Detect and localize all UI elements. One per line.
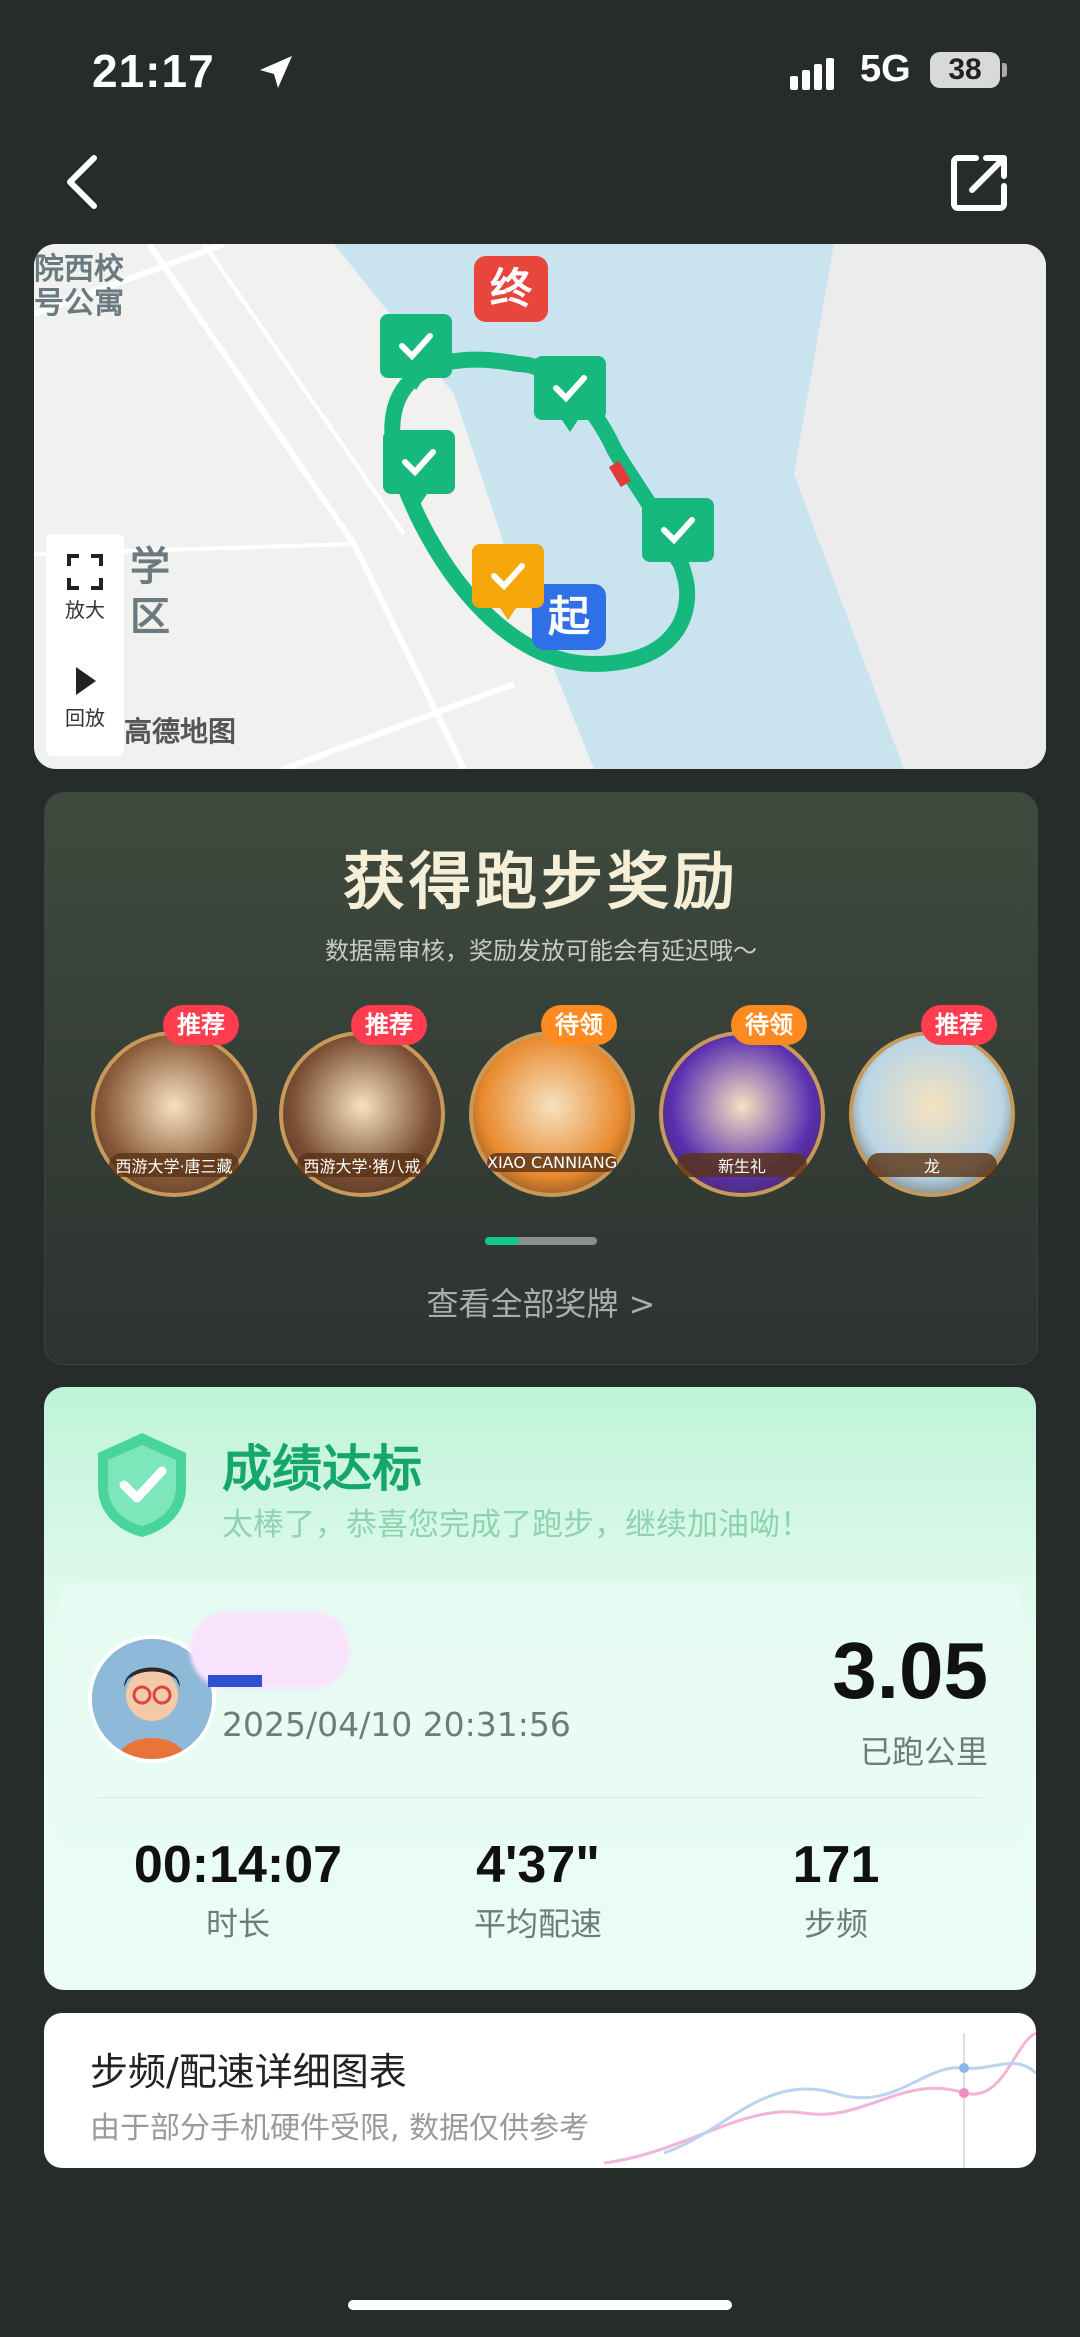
medal-image: 新生礼 bbox=[659, 1031, 825, 1197]
user-name-redacted-mark bbox=[208, 1675, 262, 1687]
zoom-button[interactable]: 放大 bbox=[46, 534, 124, 644]
stat-label: 步频 bbox=[803, 1905, 868, 1943]
distance-label: 已跑公里 bbox=[859, 1733, 988, 1771]
run-summary: 2025/04/10 20:31:56 3.05 已跑公里 00:14:07 时… bbox=[58, 1583, 1022, 1975]
stat-value: 00:14:07 bbox=[133, 1836, 343, 1894]
claim-tag: 待领 bbox=[731, 1005, 807, 1045]
stat-average-pace: 4'37" 平均配速 bbox=[398, 1835, 678, 1945]
chart-decoration bbox=[604, 2031, 1036, 2168]
home-indicator[interactable] bbox=[348, 2300, 732, 2310]
medal-item[interactable]: 西游大学·猪八戒 推荐 bbox=[275, 1005, 445, 1197]
stat-cadence: 171 步频 bbox=[696, 1835, 976, 1945]
medal-image: 龙 bbox=[849, 1031, 1015, 1197]
network-type: 5G bbox=[860, 48, 911, 90]
signal-icon bbox=[790, 58, 838, 90]
battery-icon: 38 bbox=[930, 52, 1000, 88]
zoom-label: 放大 bbox=[65, 598, 105, 622]
checkpoint-icon bbox=[534, 356, 606, 432]
end-marker: 终 bbox=[474, 256, 548, 322]
map-label: 区 bbox=[130, 594, 170, 640]
chart-card-subtitle: 由于部分手机硬件受限, 数据仅供参考 bbox=[90, 2111, 590, 2146]
medal-item[interactable]: 龙 推荐 bbox=[845, 1005, 1015, 1197]
checkpoint-icon bbox=[383, 430, 455, 506]
medal-caption: 龙 bbox=[867, 1153, 997, 1177]
cadence-pace-chart-card[interactable]: 步频/配速详细图表 由于部分手机硬件受限, 数据仅供参考 bbox=[44, 2013, 1036, 2168]
location-arrow-icon bbox=[260, 56, 292, 88]
claim-tag: 待领 bbox=[541, 1005, 617, 1045]
map-label: 号公寓 bbox=[34, 286, 124, 321]
map-canvas bbox=[34, 244, 1046, 769]
shield-check-icon bbox=[98, 1433, 186, 1537]
stat-value: 171 bbox=[792, 1836, 880, 1894]
medal-caption: XIAO CANNIANG bbox=[487, 1153, 617, 1172]
share-icon[interactable] bbox=[948, 150, 1012, 214]
medal-caption: 西游大学·唐三藏 bbox=[109, 1153, 239, 1177]
route-map[interactable]: 院西校 号公寓 学 区 终 起 放大 回放 高德地图 bbox=[34, 244, 1046, 769]
medal-caption: 新生礼 bbox=[677, 1153, 807, 1177]
replay-button[interactable]: 回放 bbox=[46, 644, 124, 731]
play-icon bbox=[76, 667, 96, 695]
carousel-indicator bbox=[485, 1237, 597, 1245]
medal-item[interactable]: XIAO CANNIANG 待领 bbox=[465, 1005, 635, 1197]
distance-value: 3.05 bbox=[832, 1626, 988, 1715]
view-all-medals-link[interactable]: 查看全部奖牌 > bbox=[45, 1279, 1037, 1325]
result-title: 成绩达标 bbox=[222, 1440, 422, 1498]
recommend-tag: 推荐 bbox=[351, 1005, 427, 1045]
checkpoint-icon bbox=[642, 498, 714, 574]
result-subtitle: 太棒了，恭喜您完成了跑步，继续加油呦！ bbox=[222, 1507, 811, 1543]
medal-image: 西游大学·唐三藏 bbox=[91, 1031, 257, 1197]
medal-image: XIAO CANNIANG bbox=[469, 1031, 635, 1197]
recommend-tag: 推荐 bbox=[163, 1005, 239, 1045]
reward-subtitle: 数据需审核，奖励发放可能会有延迟哦～ bbox=[325, 937, 757, 965]
run-date: 2025/04/10 20:31:56 bbox=[222, 1705, 571, 1744]
status-time: 21:17 bbox=[92, 45, 215, 97]
result-card: 成绩达标 太棒了，恭喜您完成了跑步，继续加油呦！ 2025/04/10 20:3… bbox=[44, 1387, 1036, 1990]
map-provider-logo: 高德地图 bbox=[124, 715, 237, 748]
recommend-tag: 推荐 bbox=[921, 1005, 997, 1045]
replay-label: 回放 bbox=[65, 706, 105, 730]
stat-value: 4'37" bbox=[476, 1836, 600, 1894]
stat-duration: 00:14:07 时长 bbox=[98, 1835, 378, 1945]
medal-image: 西游大学·猪八戒 bbox=[279, 1031, 445, 1197]
stat-label: 时长 bbox=[205, 1905, 270, 1943]
reward-card: 获得跑步奖励 数据需审核，奖励发放可能会有延迟哦～ 西游大学·唐三藏 推荐 西游大学… bbox=[44, 792, 1038, 1365]
medal-item[interactable]: 新生礼 待领 bbox=[655, 1005, 825, 1197]
fullscreen-icon bbox=[67, 554, 103, 590]
reward-title: 获得跑步奖励 bbox=[342, 845, 739, 918]
map-toolbar: 放大 回放 bbox=[46, 534, 124, 756]
divider bbox=[98, 1797, 982, 1798]
medal-caption: 西游大学·猪八戒 bbox=[297, 1153, 427, 1177]
chart-card-title: 步频/配速详细图表 bbox=[90, 2050, 407, 2094]
stat-label: 平均配速 bbox=[473, 1905, 602, 1943]
battery-cap bbox=[1002, 63, 1007, 77]
medal-item[interactable]: 西游大学·唐三藏 推荐 bbox=[87, 1005, 257, 1197]
back-icon[interactable] bbox=[58, 152, 110, 212]
checkpoint-pending-icon bbox=[472, 544, 544, 620]
checkpoint-icon bbox=[380, 314, 452, 390]
